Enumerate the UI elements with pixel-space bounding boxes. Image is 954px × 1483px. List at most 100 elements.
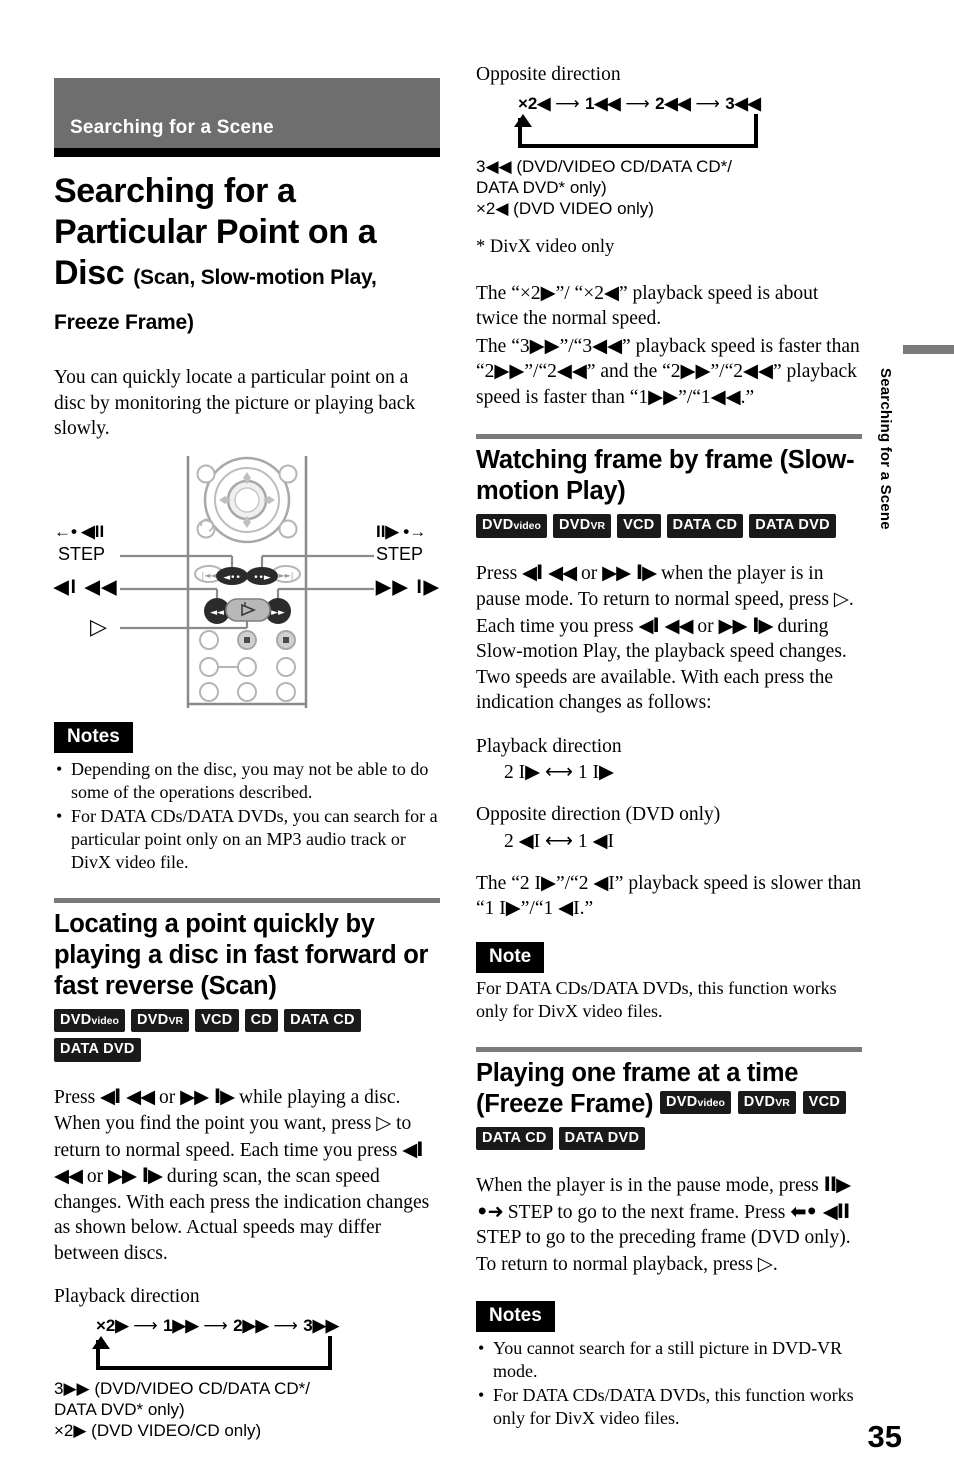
svg-text:►►: ►►	[271, 608, 285, 618]
notes-bottom-item: You cannot search for a still picture in…	[476, 1337, 862, 1383]
speed-paragraph-1: The “×2▶”/ “×2◀” playback speed is about…	[476, 281, 862, 332]
section-heading-freeze: Playing one frame at a time (Freeze Fram…	[476, 1058, 862, 1120]
arrow-right-icon: ⟶	[695, 93, 726, 114]
disc-badge: DATA CD	[476, 1126, 553, 1150]
disc-badge: DVDVR	[130, 1008, 190, 1032]
opposite-loop-arrow	[514, 113, 862, 156]
flow-step: 2▶▶	[233, 1315, 269, 1335]
fast-forward-icon: ▶▶ I▶	[180, 1084, 235, 1108]
opposite-caption-line: DATA DVD* only)	[476, 177, 607, 197]
notes-top-block: Notes Depending on the disc, you may not…	[54, 721, 440, 874]
remote-control-illustration: |◄◄ ►►| ◄•• ••► ◄◄ ►► ←• ◀II STEP II▶ •→…	[54, 455, 441, 708]
remote-label-scan-forward: ▶▶ I▶	[376, 576, 441, 598]
freeze-text-3: STEP to go to the preceding frame (DVD o…	[476, 1227, 851, 1275]
flow-step: 2◀◀	[655, 93, 691, 113]
notes-bottom-tag: Notes	[476, 1301, 555, 1332]
scan-loop-arrow	[92, 1335, 440, 1378]
arrow-right-icon: ⟶	[555, 93, 585, 114]
arrow-right-icon: ⟶	[273, 1315, 304, 1336]
page-title: Searching for a Particular Point on a Di…	[54, 171, 440, 343]
arrow-up-icon	[514, 113, 532, 127]
scan-text-1: Press	[54, 1086, 101, 1108]
remote-label-step-back-icon: ←• ◀II	[54, 521, 105, 541]
notes-top-list: Depending on the disc, you may not be ab…	[54, 758, 440, 874]
remote-label-step-left: STEP	[58, 543, 106, 564]
chapter-banner-label: Searching for a Scene	[70, 117, 274, 138]
notes-top-tag: Notes	[54, 721, 133, 753]
speed-icon-x2-reverse: ×2◀	[583, 282, 619, 304]
disc-badge: DATA DVD	[54, 1038, 141, 1062]
left-column: Searching for a Scene Searching for a Pa…	[54, 78, 440, 1441]
notes-top-item: For DATA CDs/DATA DVDs, you can search f…	[54, 805, 440, 874]
note-slow-tag: Note	[476, 941, 545, 973]
notes-top-item: Depending on the disc, you may not be ab…	[54, 758, 440, 804]
scan-paragraph: Press ◀I ◀◀ or ▶▶ I▶ while playing a dis…	[54, 1084, 440, 1267]
speed-paragraph-2: The “3▶▶”/“3◀◀” playback speed is faster…	[476, 335, 860, 408]
section-heading-scan: Locating a point quickly by playing a di…	[54, 909, 429, 1000]
disc-badges-slow: DVDvideo DVDVR VCD DATA CD DATA DVD	[476, 514, 862, 538]
disc-badge: CD	[244, 1008, 279, 1032]
slow-text-5: Each time you press	[476, 615, 639, 637]
freeze-text-2: STEP to go to the next frame. Press	[502, 1201, 791, 1223]
note-slow-block: Note For DATA CDs/DATA DVDs, this functi…	[476, 941, 862, 1023]
scan-flow-caption: 3▶▶ (DVD/VIDEO CD/DATA CD*/ DATA DVD* on…	[54, 1378, 440, 1441]
slow-opposite-sequence: 2 ◀I ⟷ 1 ◀I	[504, 830, 614, 852]
fast-forward-icon: ▶▶ I▶	[718, 613, 774, 637]
flow-step: 1▶▶	[162, 1315, 199, 1335]
section-heading-slow: Watching frame by frame (Slow-motion Pla…	[476, 446, 855, 505]
slow-text-6: or	[692, 615, 719, 637]
notes-bottom-list: You cannot search for a still picture in…	[476, 1337, 862, 1430]
disc-badge: DATA DVD	[558, 1126, 646, 1150]
disc-badge: VCD	[195, 1008, 239, 1032]
page-number: 35	[867, 1419, 902, 1454]
disc-badge: DATA DVD	[749, 514, 836, 538]
freeze-paragraph: When the player is in the pause mode, pr…	[476, 1172, 862, 1277]
thumb-tab-label: Searching for a Scene	[877, 368, 894, 530]
fast-forward-icon: ▶▶ I▶	[108, 1164, 163, 1187]
scan-text-2: or	[154, 1086, 181, 1108]
right-column: Opposite direction ×2◀ ⟶ 1◀◀ ⟶ 2◀◀ ⟶ 3◀◀…	[476, 62, 862, 1430]
rewind-icon: ◀I ◀◀	[638, 613, 693, 637]
slow-paragraph: Press ◀I ◀◀ or ▶▶ I▶ when the player is …	[476, 560, 862, 716]
slow-text-1: Press	[476, 562, 523, 584]
disc-badge: DVDvideo	[54, 1008, 125, 1032]
slow-text-4: .	[848, 589, 854, 610]
thumb-tab-bar	[903, 345, 954, 354]
arrow-up-icon	[92, 1335, 110, 1349]
scan-caption-line: 3▶▶ (DVD/VIDEO CD/DATA CD*/	[54, 1378, 310, 1398]
notes-bottom-item: For DATA CDs/DATA DVDs, this function wo…	[476, 1384, 862, 1430]
scan-flow-sequence: ×2▶ ⟶ 1▶▶ ⟶ 2▶▶ ⟶ 3▶▶	[54, 1316, 440, 1336]
svg-text:►►|: ►►|	[279, 571, 294, 580]
disc-badge: DATA CD	[284, 1008, 361, 1032]
scan-caption-line: DATA DVD* only)	[54, 1399, 185, 1419]
disc-badges-scan: DVDvideo DVDVR VCD CD DATA CD DATA DVD	[54, 1008, 440, 1062]
flow-step: 1◀◀	[584, 93, 621, 113]
chapter-banner: Searching for a Scene	[54, 78, 440, 148]
remote-label-step-right: STEP	[376, 543, 424, 564]
scan-flow-diagram: ×2▶ ⟶ 1▶▶ ⟶ 2▶▶ ⟶ 3▶▶ 3▶▶ (DVD/VIDEO CD/…	[54, 1316, 440, 1441]
opposite-direction-label: Opposite direction	[476, 64, 621, 85]
section-divider-slow	[476, 434, 862, 439]
flow-step: 3◀◀	[725, 93, 761, 113]
flow-step: ×2▶	[96, 1315, 129, 1335]
opposite-flow-caption: 3◀◀ (DVD/VIDEO CD/DATA CD*/ DATA DVD* on…	[476, 156, 862, 219]
arrow-right-icon: ⟶	[133, 1315, 163, 1336]
slow-speed-paragraph: The “2 I▶”/“2 ◀I” playback speed is slow…	[476, 872, 862, 920]
flow-step: 3▶▶	[303, 1315, 339, 1335]
arrow-right-icon: ⟶	[203, 1315, 234, 1336]
notes-bottom-block: Notes You cannot search for a still pict…	[476, 1301, 862, 1430]
arrow-right-icon: ⟶	[625, 93, 656, 114]
freeze-text-1: When the player is in the pause mode, pr…	[476, 1175, 824, 1196]
disc-badge: VCD	[617, 514, 661, 538]
disc-badge: DVDvideo	[476, 514, 547, 538]
section-divider-freeze	[476, 1046, 862, 1052]
manual-page: Searching for a Scene Searching for a Pa…	[0, 0, 954, 1483]
remote-label-step-fwd-icon: II▶ •→	[376, 521, 427, 541]
disc-badge: DATA CD	[666, 514, 744, 538]
disc-badge: DVDVR	[552, 514, 612, 538]
rewind-icon: ◀I ◀◀	[522, 560, 577, 584]
scan-caption-line: ×2▶ (DVD VIDEO/CD only)	[54, 1420, 262, 1440]
flow-step: ×2◀	[518, 93, 551, 113]
svg-text:••►: ••►	[253, 573, 271, 583]
step-back-icon: ⬅• ◀II	[790, 1199, 850, 1223]
